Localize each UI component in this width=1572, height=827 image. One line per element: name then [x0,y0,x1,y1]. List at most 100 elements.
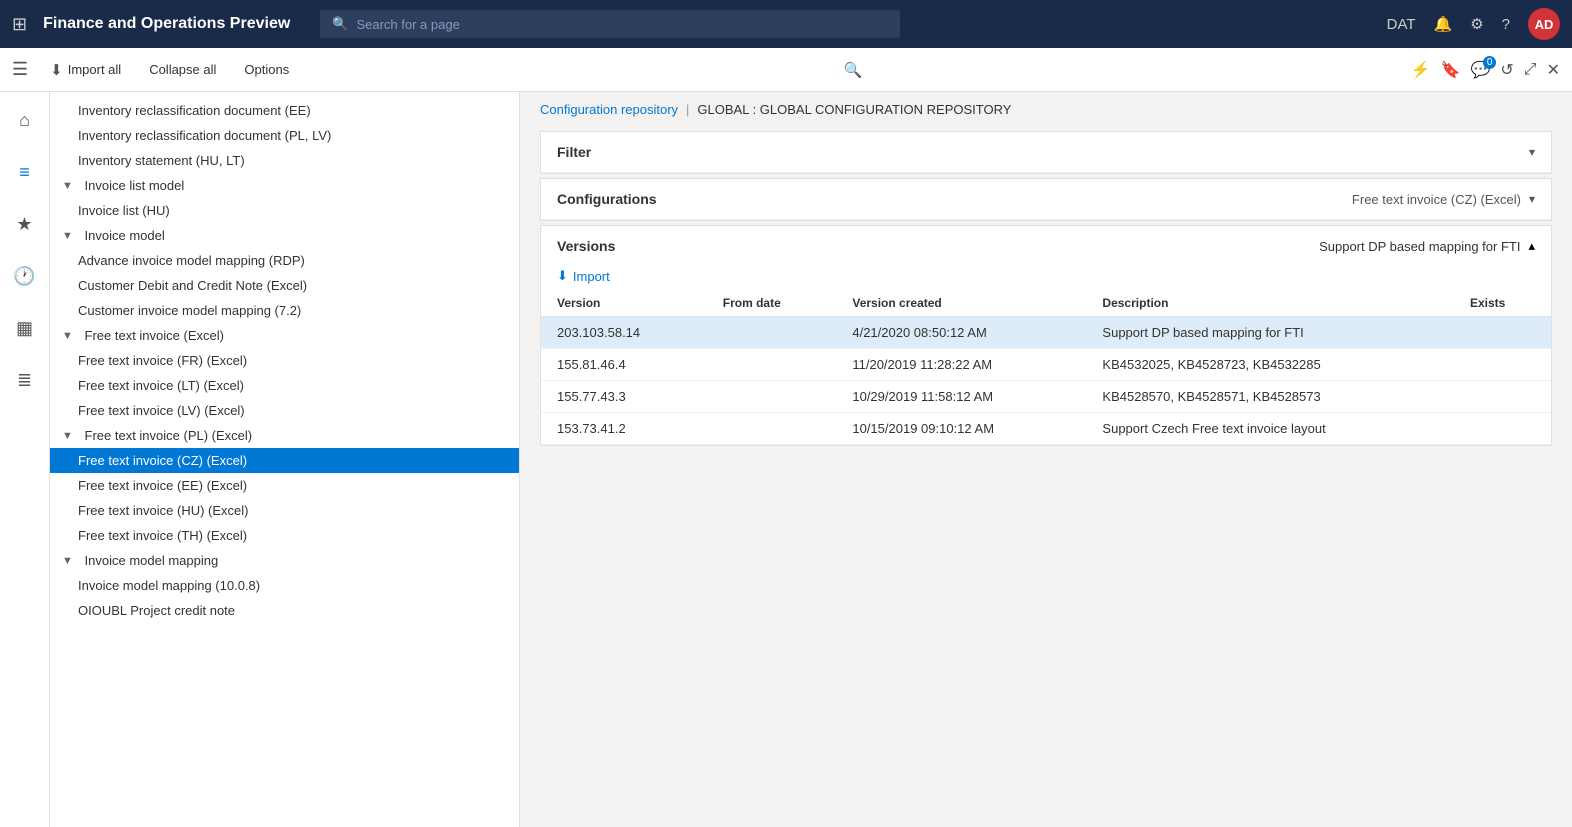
versions-card-header[interactable]: Versions Support DP based mapping for FT… [541,226,1551,262]
expand-icon[interactable]: ⤢ [1524,61,1537,79]
refresh-icon[interactable]: ↺ [1500,60,1513,80]
versions-col-version: Version [541,290,707,317]
close-icon[interactable]: ✕ [1547,60,1560,80]
table-cell-3: KB4532025, KB4528723, KB4532285 [1086,349,1454,381]
tree-item-11[interactable]: Free text invoice (LT) (Excel) [50,373,519,398]
tree-item-19[interactable]: Invoice model mapping (10.0.8) [50,573,519,598]
hamburger-icon[interactable]: ☰ [12,59,28,80]
tree-item-16[interactable]: Free text invoice (HU) (Excel) [50,498,519,523]
table-cell-4 [1454,317,1551,349]
table-cell-0: 155.81.46.4 [541,349,707,381]
tree-item-7[interactable]: Customer Debit and Credit Note (Excel) [50,273,519,298]
tree-item-4[interactable]: Invoice list (HU) [50,198,519,223]
tree-group-label-text: Invoice model [85,228,165,243]
power-icon[interactable]: ⚡ [1411,60,1431,80]
tree-item-2[interactable]: Inventory statement (HU, LT) [50,148,519,173]
breadcrumb-current: GLOBAL : GLOBAL CONFIGURATION REPOSITORY [697,102,1011,117]
filter-card-title: Filter [557,144,591,160]
versions-subtitle: Support DP based mapping for FTI [1319,239,1520,254]
user-avatar[interactable]: AD [1528,8,1560,40]
left-icon-bar: ⌂ ≡ ★ 🕐 ▦ ≣ [0,92,50,827]
filter-card-right: ▾ [1529,145,1535,159]
collapse-icon: ▼ [62,330,73,342]
tree-group-3[interactable]: ▼ Invoice list model [50,173,519,198]
import-all-icon: ⬇ [50,61,63,79]
toolbar: ☰ ⬇ Import all Collapse all Options 🔍 ⚡ … [0,48,1572,92]
tree-item-8[interactable]: Customer invoice model mapping (7.2) [50,298,519,323]
notification-icon[interactable]: 🔔 [1434,15,1453,33]
table-cell-2: 4/21/2020 08:50:12 AM [836,317,1086,349]
table-cell-4 [1454,349,1551,381]
table-row[interactable]: 203.103.58.144/21/2020 08:50:12 AMSuppor… [541,317,1551,349]
tree-item-17[interactable]: Free text invoice (TH) (Excel) [50,523,519,548]
versions-header-right: Support DP based mapping for FTI ▴ [1319,238,1535,254]
collapse-icon: ▼ [62,555,73,567]
configurations-card: Configurations Free text invoice (CZ) (E… [540,178,1552,221]
tree-group-label-text: Invoice model mapping [85,553,219,568]
table-cell-1 [707,381,837,413]
notification-badge-icon[interactable]: 💬0 [1470,60,1490,80]
dat-label: DAT [1387,16,1416,33]
tree-item-6[interactable]: Advance invoice model mapping (RDP) [50,248,519,273]
tree-group-18[interactable]: ▼ Invoice model mapping [50,548,519,573]
configurations-card-title: Configurations [557,191,657,207]
collapse-all-button[interactable]: Collapse all [143,58,222,81]
table-cell-4 [1454,413,1551,445]
collapse-icon: ▼ [62,230,73,242]
tree-item-1[interactable]: Inventory reclassification document (PL,… [50,123,519,148]
search-bar[interactable]: 🔍 [320,10,900,38]
tree-item-14[interactable]: Free text invoice (CZ) (Excel) [50,448,519,473]
help-icon[interactable]: ? [1502,16,1510,33]
toolbar-search-icon[interactable]: 🔍 [844,61,863,79]
options-button[interactable]: Options [238,58,295,81]
tree-item-15[interactable]: Free text invoice (EE) (Excel) [50,473,519,498]
recent-icon-btn[interactable]: 🕐 [7,258,43,294]
table-cell-0: 203.103.58.14 [541,317,707,349]
tree-item-12[interactable]: Free text invoice (LV) (Excel) [50,398,519,423]
search-icon: 🔍 [332,16,348,32]
import-all-button[interactable]: ⬇ Import all [44,57,127,83]
table-cell-0: 153.73.41.2 [541,413,707,445]
versions-col-from-date: From date [707,290,837,317]
table-cell-1 [707,413,837,445]
configurations-card-header[interactable]: Configurations Free text invoice (CZ) (E… [541,179,1551,220]
table-cell-3: KB4528570, KB4528571, KB4528573 [1086,381,1454,413]
filter-card-header[interactable]: Filter ▾ [541,132,1551,173]
versions-table-header-row: VersionFrom dateVersion createdDescripti… [541,290,1551,317]
breadcrumb-repo[interactable]: Configuration repository [540,102,678,117]
workspaces-icon-btn[interactable]: ▦ [7,310,43,346]
favorites-icon-btn[interactable]: ★ [7,206,43,242]
configurations-chevron-down-icon: ▾ [1529,192,1535,206]
table-cell-0: 155.77.43.3 [541,381,707,413]
collapse-icon: ▼ [62,180,73,192]
tree-item-20[interactable]: OIOUBL Project credit note [50,598,519,623]
table-row[interactable]: 155.77.43.310/29/2019 11:58:12 AMKB45285… [541,381,1551,413]
filter-icon-btn[interactable]: ≡ [7,154,43,190]
table-cell-1 [707,317,837,349]
table-row[interactable]: 153.73.41.210/15/2019 09:10:12 AMSupport… [541,413,1551,445]
tree-group-13[interactable]: ▼ Free text invoice (PL) (Excel) [50,423,519,448]
main-layout: ⌂ ≡ ★ 🕐 ▦ ≣ Inventory reclassification d… [0,92,1572,827]
import-button[interactable]: ⬇ Import [541,262,1551,290]
toolbar-right-icons: ⚡ 🔖 💬0 ↺ ⤢ ✕ [1411,60,1560,80]
bookmark-icon[interactable]: 🔖 [1441,60,1461,80]
content-area: Configuration repository | GLOBAL : GLOB… [520,92,1572,827]
grid-icon[interactable]: ⊞ [12,14,27,35]
tree-item-0[interactable]: Inventory reclassification document (EE) [50,98,519,123]
tree-group-9[interactable]: ▼ Free text invoice (Excel) [50,323,519,348]
search-input[interactable] [356,17,888,32]
tree-item-10[interactable]: Free text invoice (FR) (Excel) [50,348,519,373]
tree-group-label-text: Free text invoice (PL) (Excel) [85,428,253,443]
configurations-card-right: Free text invoice (CZ) (Excel) ▾ [1352,192,1535,207]
filter-card: Filter ▾ [540,131,1552,174]
modules-icon-btn[interactable]: ≣ [7,362,43,398]
tree-group-label-text: Invoice list model [85,178,185,193]
table-row[interactable]: 155.81.46.411/20/2019 11:28:22 AMKB45320… [541,349,1551,381]
tree-panel: Inventory reclassification document (EE)… [50,92,520,827]
home-icon-btn[interactable]: ⌂ [7,102,43,138]
settings-icon[interactable]: ⚙ [1470,15,1483,33]
tree-group-5[interactable]: ▼ Invoice model [50,223,519,248]
import-icon: ⬇ [557,268,568,284]
top-nav: ⊞ Finance and Operations Preview 🔍 DAT 🔔… [0,0,1572,48]
table-cell-3: Support Czech Free text invoice layout [1086,413,1454,445]
